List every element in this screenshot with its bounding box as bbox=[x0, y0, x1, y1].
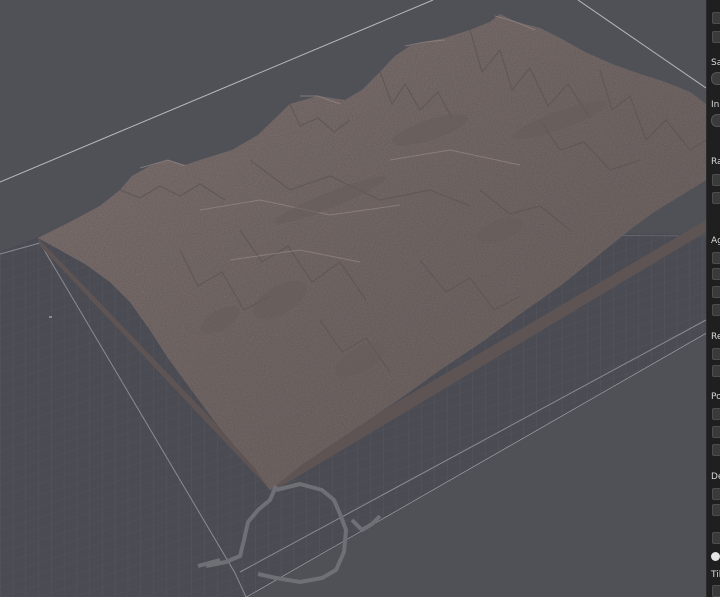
in-slider[interactable] bbox=[711, 114, 720, 127]
section-label-re: Re bbox=[711, 332, 720, 342]
ti-field[interactable] bbox=[712, 585, 720, 597]
app-window: Sa In Ra Ag Re Po De Til bbox=[0, 0, 720, 597]
section-label-in: In bbox=[711, 100, 720, 110]
small-marker bbox=[49, 316, 52, 318]
de-checkbox[interactable] bbox=[712, 532, 720, 544]
ra-field-1[interactable] bbox=[712, 174, 720, 186]
po-field-2[interactable] bbox=[712, 426, 720, 438]
re-field-1[interactable] bbox=[712, 348, 720, 360]
sa-slider[interactable] bbox=[711, 72, 720, 85]
section-label-de: De bbox=[711, 472, 720, 482]
section-label-ag: Ag bbox=[711, 236, 720, 246]
ag-field-2[interactable] bbox=[712, 268, 720, 280]
ra-field-2[interactable] bbox=[712, 192, 720, 204]
re-field-2[interactable] bbox=[712, 365, 720, 377]
de-field-2[interactable] bbox=[712, 504, 720, 516]
radio-knob[interactable] bbox=[711, 552, 720, 561]
section-label-ti: Til bbox=[711, 570, 720, 580]
section-label-sa: Sa bbox=[711, 58, 720, 68]
po-field-3[interactable] bbox=[712, 444, 720, 456]
terrain-scene[interactable] bbox=[0, 0, 706, 597]
ag-field-4[interactable] bbox=[712, 304, 720, 316]
ag-field-1[interactable] bbox=[712, 252, 720, 264]
section-label-po: Po bbox=[711, 392, 720, 402]
panel-toggle-2[interactable] bbox=[712, 31, 720, 43]
section-label-ra: Ra bbox=[711, 157, 720, 167]
settings-side-panel: Sa In Ra Ag Re Po De Til bbox=[706, 0, 720, 597]
ag-field-3[interactable] bbox=[712, 286, 720, 298]
panel-toggle-1[interactable] bbox=[712, 12, 720, 24]
de-field-1[interactable] bbox=[712, 488, 720, 500]
po-field-1[interactable] bbox=[712, 408, 720, 420]
3d-viewport[interactable] bbox=[0, 0, 706, 597]
